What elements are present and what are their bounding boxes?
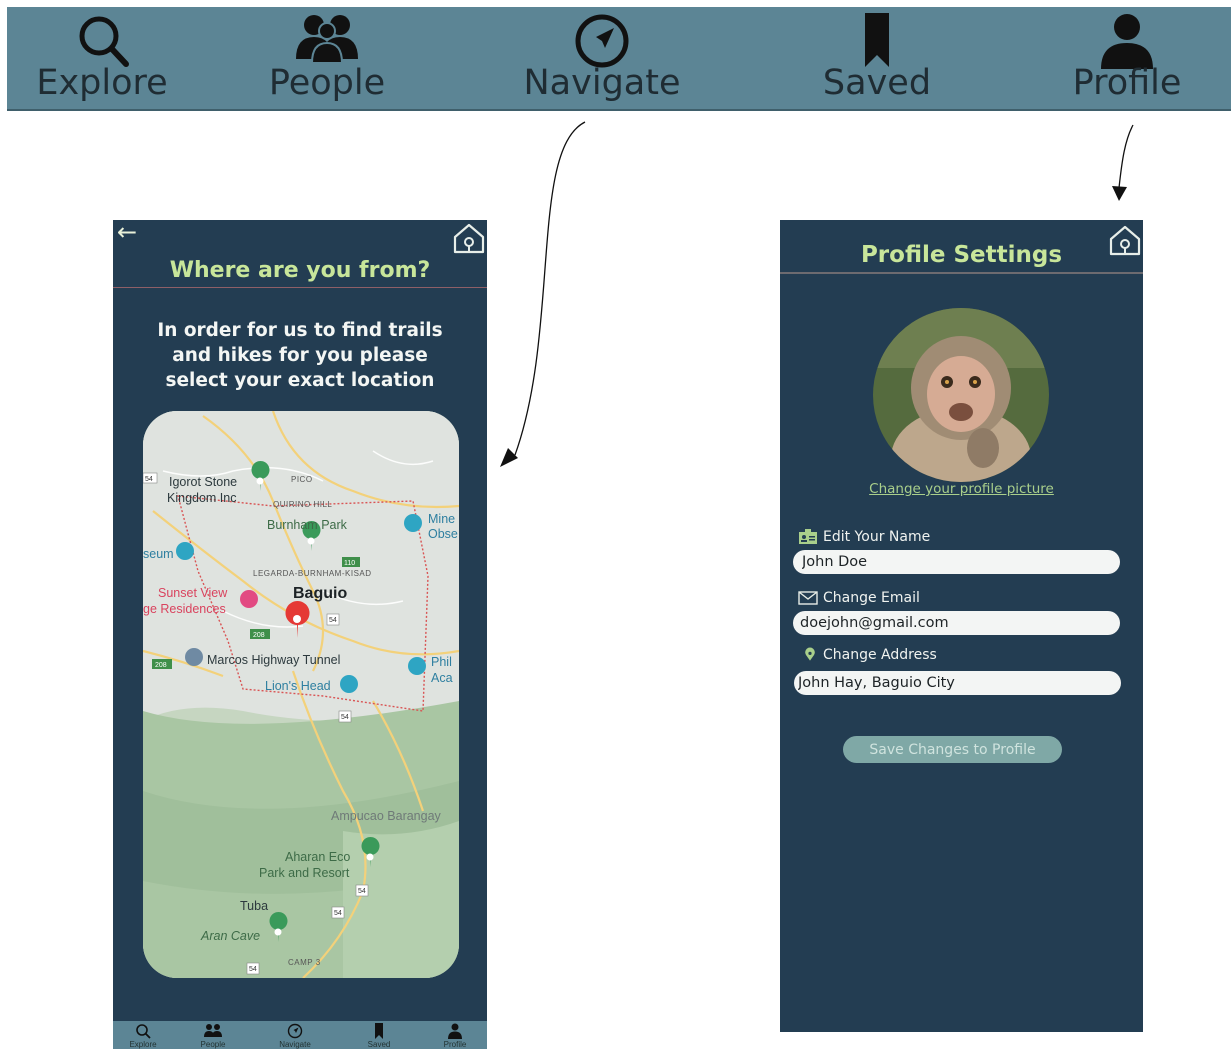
navigate-icon	[287, 1023, 303, 1039]
home-location-icon[interactable]	[452, 222, 486, 254]
nav-profile[interactable]: Profile	[1052, 7, 1202, 111]
profile-flow-arrowhead	[1112, 186, 1127, 201]
email-field-label-text: Change Email	[823, 590, 920, 606]
map-label: LEGARDA-BURNHAM-KISAD	[253, 569, 372, 578]
bottom-nav-label: Explore	[129, 1040, 157, 1049]
map-city-label: Baguio	[293, 585, 348, 602]
search-icon	[79, 16, 129, 67]
bottom-nav-label: Saved	[367, 1040, 391, 1049]
road-badge: 54	[145, 476, 153, 483]
bottom-nav-explore[interactable]: Explore	[113, 1021, 173, 1049]
address-field-label: Change Address	[802, 647, 937, 663]
map-label: Marcos Highway Tunnel	[207, 653, 341, 667]
bottom-nav-bar: Explore People Navigate Saved Profile	[113, 1021, 487, 1049]
avatar[interactable]	[873, 308, 1049, 482]
map-label: Mine	[428, 512, 456, 526]
bookmark-icon	[375, 1023, 383, 1039]
nav-explore-label: Explore	[36, 63, 168, 103]
name-field-label-text: Edit Your Name	[823, 529, 931, 545]
map-label: Ampucao Barangay	[331, 809, 441, 823]
map-label: Burnham Park	[267, 518, 347, 532]
address-field[interactable]	[794, 671, 1121, 695]
bottom-nav-label: Profile	[443, 1040, 467, 1049]
map-label: Lion's Head	[265, 679, 331, 693]
map-label: seum	[143, 547, 174, 561]
map-label: Sunset View	[158, 586, 228, 600]
profile-settings-screen: Profile Settings Change your profile pic…	[780, 220, 1143, 1032]
location-map[interactable]: 54 110 208 208 54 54 54 54 54 Igorot Sto…	[143, 411, 459, 978]
bottom-nav-saved[interactable]: Saved	[349, 1021, 409, 1049]
name-field[interactable]	[793, 550, 1120, 574]
back-arrow-icon[interactable]: ←	[117, 220, 137, 244]
road-badge: 208	[155, 662, 167, 669]
avatar-photo	[873, 308, 1049, 482]
search-icon	[136, 1024, 151, 1039]
nav-saved[interactable]: Saved	[802, 7, 952, 111]
bottom-nav-label: People	[200, 1040, 226, 1049]
bookmark-icon	[865, 13, 889, 67]
location-pin-icon	[805, 647, 815, 661]
email-field-label: Change Email	[798, 590, 920, 606]
map-label: Tuba	[240, 899, 269, 913]
map-label: PICO	[291, 475, 313, 484]
navigate-flow-arrow	[514, 121, 586, 456]
road-badge: 110	[344, 560, 355, 567]
nav-people-label: People	[268, 63, 386, 103]
bottom-nav-navigate[interactable]: Navigate	[265, 1021, 325, 1049]
page-title: Profile Settings	[860, 242, 1063, 268]
people-icon	[204, 1024, 222, 1037]
map-label: Aharan Eco	[285, 850, 351, 864]
bottom-nav-profile[interactable]: Profile	[425, 1021, 485, 1049]
top-nav-bar: Explore People Navigate Saved Profile	[7, 7, 1231, 111]
name-field-label: Edit Your Name	[798, 529, 930, 545]
change-profile-picture-link[interactable]: Change your profile picture	[780, 481, 1143, 497]
address-field-label-text: Change Address	[823, 647, 937, 663]
road-badge: 54	[341, 714, 349, 721]
nav-navigate-label: Navigate	[523, 63, 681, 103]
map-label: Phil	[431, 655, 452, 669]
location-screen: ← Where are you from? In order for us to…	[113, 220, 487, 1049]
page-title: Where are you from?	[169, 258, 431, 283]
map-label: ge Residences	[143, 602, 226, 616]
bottom-nav-people[interactable]: People	[183, 1021, 243, 1049]
mail-icon	[798, 591, 818, 605]
id-card-icon	[799, 529, 817, 544]
person-icon	[1101, 14, 1153, 69]
title-divider	[113, 287, 487, 288]
map-label: CAMP 3	[288, 958, 321, 967]
email-field[interactable]	[793, 611, 1120, 635]
map-label: Igorot Stone	[169, 475, 238, 489]
profile-flow-arrow	[1118, 124, 1134, 189]
map-label: Park and Resort	[259, 866, 350, 880]
nav-people[interactable]: People	[252, 7, 402, 111]
person-icon	[448, 1023, 462, 1039]
nav-navigate[interactable]: Navigate	[517, 7, 687, 111]
road-badge: 54	[329, 617, 337, 624]
nav-saved-label: Saved	[822, 63, 932, 103]
intro-text: In order for us to find trails and hikes…	[157, 320, 443, 391]
save-changes-button[interactable]: Save Changes to Profile	[843, 736, 1062, 763]
title-divider	[780, 272, 1143, 274]
navigate-icon	[575, 14, 629, 68]
nav-explore[interactable]: Explore	[27, 7, 177, 111]
nav-profile-label: Profile	[1072, 63, 1182, 103]
map-label: Aran Cave	[201, 929, 261, 943]
people-icon	[296, 15, 358, 64]
bottom-nav-label: Navigate	[279, 1040, 311, 1049]
map-label: QUIRINO HILL	[273, 500, 333, 509]
home-location-icon[interactable]	[1108, 224, 1142, 256]
road-badge: 54	[358, 888, 366, 895]
map-label: Obse	[428, 527, 458, 541]
map-label: Aca	[431, 671, 453, 685]
road-badge: 54	[249, 966, 257, 973]
map-label: Kingdom Inc	[167, 491, 237, 505]
road-badge: 208	[253, 632, 265, 639]
navigate-flow-arrowhead	[500, 448, 518, 467]
road-badge: 54	[334, 910, 342, 917]
